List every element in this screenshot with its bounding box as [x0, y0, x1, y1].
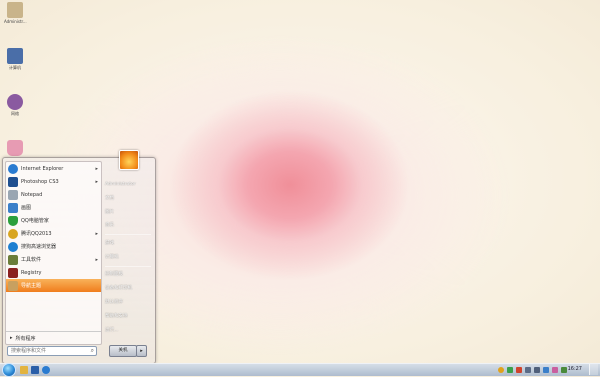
search-input[interactable]: 搜索程序和文件 ⌕: [7, 346, 97, 356]
right-pane-divider: [105, 266, 151, 267]
tray-shield-icon[interactable]: [507, 367, 513, 373]
program-item-theme[interactable]: 导航主题: [6, 279, 101, 292]
program-item-sogou[interactable]: 搜狗高速浏览器: [6, 240, 101, 253]
start-menu: Internet Explorer ▸ Photoshop CS3 ▸ Note…: [2, 150, 156, 364]
program-item-notepad[interactable]: Notepad: [6, 188, 101, 201]
shutdown-button[interactable]: 关机: [109, 345, 137, 357]
clock[interactable]: 16:27: [568, 366, 582, 372]
media-icon[interactable]: [31, 366, 39, 374]
tray-qq-icon[interactable]: [498, 367, 504, 373]
program-item-paint[interactable]: 画图: [6, 201, 101, 214]
arrow-right-icon: ▸: [10, 335, 13, 341]
right-item-username[interactable]: Administrator: [105, 182, 136, 187]
right-item-devices[interactable]: 设备和打印机: [105, 285, 132, 291]
right-item-pictures[interactable]: 图片: [105, 209, 114, 215]
show-desktop-button[interactable]: [589, 364, 598, 375]
desktop-icon-recycle-bin[interactable]: [4, 140, 26, 156]
right-item-control-panel[interactable]: 控制面板: [105, 271, 123, 277]
submenu-arrow-icon: ▸: [95, 178, 98, 185]
taskbar: 16:27: [0, 363, 600, 377]
program-item-photoshop[interactable]: Photoshop CS3 ▸: [6, 175, 101, 188]
theme-icon: [8, 280, 18, 291]
right-item-computer[interactable]: 计算机: [105, 254, 119, 260]
tray-volume-icon[interactable]: [534, 367, 540, 373]
ie-icon[interactable]: [42, 366, 50, 374]
desktop-icon-computer[interactable]: 计算机: [4, 48, 26, 71]
program-item-qq[interactable]: 腾讯QQ2013 ▸: [6, 227, 101, 240]
shutdown-options-button[interactable]: ▸: [136, 345, 147, 357]
desktop-icon-admin[interactable]: Administr...: [4, 2, 27, 24]
paint-icon: [8, 202, 18, 213]
tray-ime-icon[interactable]: [543, 367, 549, 373]
program-item-guard[interactable]: QQ电脑管家: [6, 214, 101, 227]
program-item-ie[interactable]: Internet Explorer ▸: [6, 162, 101, 175]
right-item-run[interactable]: 运行...: [105, 327, 118, 333]
recycle-bin-icon: [7, 140, 23, 156]
tray-update-icon[interactable]: [552, 367, 558, 373]
submenu-arrow-icon: ▸: [95, 230, 98, 237]
all-programs-button[interactable]: ▸ 所有程序: [6, 331, 101, 344]
computer-icon: [7, 48, 23, 64]
right-item-default-programs[interactable]: 默认程序: [105, 299, 123, 305]
program-item-tools[interactable]: 工具软件 ▸: [6, 253, 101, 266]
right-item-help[interactable]: 帮助和支持: [105, 313, 128, 319]
tray-network-icon[interactable]: [525, 367, 531, 373]
photoshop-icon: [8, 176, 18, 187]
user-folder-icon: [7, 2, 23, 18]
user-avatar[interactable]: [119, 150, 139, 170]
chevron-right-icon: ▸: [140, 348, 143, 354]
registry-icon: [8, 267, 18, 278]
right-item-documents[interactable]: 文档: [105, 195, 114, 201]
sogou-icon: [8, 241, 18, 252]
submenu-arrow-icon: ▸: [95, 256, 98, 263]
qq-icon: [8, 228, 18, 239]
ie-icon: [8, 163, 18, 174]
tools-icon: [8, 254, 18, 265]
submenu-arrow-icon: ▸: [95, 165, 98, 172]
guard-icon: [8, 215, 18, 226]
right-pane-divider: [105, 234, 151, 235]
program-list: Internet Explorer ▸ Photoshop CS3 ▸ Note…: [5, 161, 102, 345]
right-item-music[interactable]: 音乐: [105, 222, 114, 228]
explorer-icon[interactable]: [20, 366, 28, 374]
search-icon: ⌕: [90, 347, 94, 354]
right-item-games[interactable]: 游戏: [105, 240, 114, 246]
program-item-registry[interactable]: Registry: [6, 266, 101, 279]
desktop-icon-network[interactable]: 网络: [4, 94, 26, 117]
tray-power-icon[interactable]: [561, 367, 567, 373]
network-icon: [7, 94, 23, 110]
notepad-icon: [8, 189, 18, 200]
tray-flag-icon[interactable]: [516, 367, 522, 373]
